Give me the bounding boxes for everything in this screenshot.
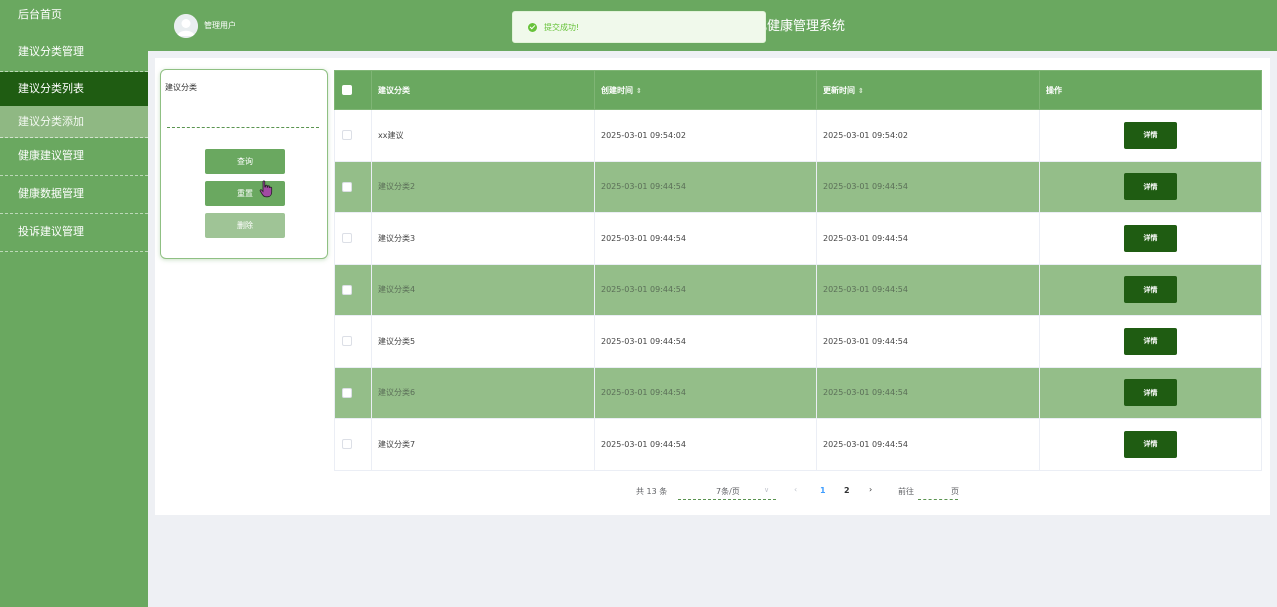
select-all-checkbox[interactable]: [342, 85, 352, 95]
goto-label: 前往: [898, 487, 914, 496]
page-size-value: 7条/页: [716, 487, 740, 496]
user-avatar-icon: [174, 14, 198, 38]
sidebar-item-complaints[interactable]: 投诉建议管理: [0, 214, 148, 252]
hand-pointer-icon: [259, 180, 273, 198]
detail-button[interactable]: 详情: [1124, 430, 1177, 458]
category-search-input[interactable]: [167, 110, 319, 128]
cell-updated: 2025-03-01 09:44:54: [816, 315, 1040, 368]
category-table: 建议分类 创建时间 ⇕ 更新时间 ⇕ 操作 xx建议 2025-03-01 09:5…: [334, 70, 1262, 471]
detail-button[interactable]: 详情: [1124, 173, 1177, 201]
table-row: 建议分类4 2025-03-01 09:44:54 2025-03-01 09:…: [334, 263, 1262, 316]
table-header-row: 建议分类 创建时间 ⇕ 更新时间 ⇕ 操作: [334, 70, 1262, 110]
cell-category: 建议分类6: [371, 366, 595, 419]
row-checkbox[interactable]: [342, 284, 352, 295]
pagination: 共 13 条 7条/页 ∨ ‹ 1 2 › 前往 页: [0, 484, 1277, 500]
table-row: 建议分类3 2025-03-01 09:44:54 2025-03-01 09:…: [334, 212, 1262, 265]
system-title: 化健康管理系统: [754, 19, 846, 34]
sidebar-item-health-advice[interactable]: 健康建议管理: [0, 138, 148, 176]
cell-category: 建议分类2: [371, 160, 595, 213]
table-row: xx建议 2025-03-01 09:54:02 2025-03-01 09:5…: [334, 109, 1262, 162]
sidebar: 后台首页 建议分类管理 建议分类列表 建议分类添加 健康建议管理 健康数据管理 …: [0, 0, 148, 607]
page-size-select[interactable]: 7条/页 ∨: [678, 484, 776, 500]
sort-icon[interactable]: ⇕: [858, 87, 864, 95]
check-circle-icon: [528, 23, 537, 32]
table-row: 建议分类7 2025-03-01 09:44:54 2025-03-01 09:…: [334, 418, 1262, 471]
sidebar-item-category-management[interactable]: 建议分类管理: [0, 34, 148, 72]
cell-created: 2025-03-01 09:44:54: [594, 418, 817, 471]
reset-button[interactable]: 重置: [205, 181, 285, 206]
search-label: 建议分类: [165, 83, 197, 92]
query-button[interactable]: 查询: [205, 149, 285, 174]
cell-category: 建议分类5: [371, 315, 595, 368]
next-page-icon[interactable]: ›: [869, 485, 872, 494]
detail-button[interactable]: 详情: [1124, 379, 1177, 407]
delete-button[interactable]: 删除: [205, 213, 285, 238]
row-checkbox[interactable]: [342, 336, 352, 347]
sidebar-item-home[interactable]: 后台首页: [0, 0, 148, 34]
cell-category: xx建议: [371, 109, 595, 162]
header-action: 操作: [1039, 70, 1262, 110]
prev-page-icon[interactable]: ‹: [794, 485, 797, 494]
success-toast: 提交成功!: [512, 11, 766, 43]
cell-updated: 2025-03-01 09:44:54: [816, 212, 1040, 265]
header-updated[interactable]: 更新时间 ⇕: [816, 70, 1040, 110]
cell-category: 建议分类7: [371, 418, 595, 471]
search-card: 建议分类 查询 重置 删除: [160, 69, 328, 259]
detail-button[interactable]: 详情: [1124, 276, 1177, 304]
cell-created: 2025-03-01 09:44:54: [594, 212, 817, 265]
header-created[interactable]: 创建时间 ⇕: [594, 70, 817, 110]
avatar[interactable]: [174, 14, 198, 38]
page-label: 页: [951, 487, 959, 496]
detail-button[interactable]: 详情: [1124, 224, 1177, 252]
chevron-down-icon: ∨: [764, 486, 770, 494]
cell-updated: 2025-03-01 09:54:02: [816, 109, 1040, 162]
row-checkbox[interactable]: [342, 233, 352, 244]
cell-created: 2025-03-01 09:44:54: [594, 160, 817, 213]
page-number-1[interactable]: 1: [820, 486, 826, 495]
cell-updated: 2025-03-01 09:44:54: [816, 418, 1040, 471]
page-number-2[interactable]: 2: [844, 486, 850, 495]
pagination-total: 共 13 条: [636, 487, 668, 496]
sidebar-item-health-data[interactable]: 健康数据管理: [0, 176, 148, 214]
detail-button[interactable]: 详情: [1124, 327, 1177, 355]
cell-created: 2025-03-01 09:44:54: [594, 263, 817, 316]
username[interactable]: 管理用户: [204, 20, 236, 31]
toast-message: 提交成功!: [544, 23, 580, 32]
cell-created: 2025-03-01 09:44:54: [594, 366, 817, 419]
header-category: 建议分类: [371, 70, 595, 110]
row-checkbox[interactable]: [342, 387, 352, 398]
cell-category: 建议分类3: [371, 212, 595, 265]
table-row: 建议分类5 2025-03-01 09:44:54 2025-03-01 09:…: [334, 315, 1262, 368]
row-checkbox[interactable]: [342, 439, 352, 450]
cell-updated: 2025-03-01 09:44:54: [816, 160, 1040, 213]
row-checkbox[interactable]: [342, 130, 352, 141]
sidebar-item-category-add[interactable]: 建议分类添加: [0, 106, 148, 138]
detail-button[interactable]: 详情: [1124, 121, 1177, 149]
cell-updated: 2025-03-01 09:44:54: [816, 263, 1040, 316]
cell-created: 2025-03-01 09:54:02: [594, 109, 817, 162]
cell-created: 2025-03-01 09:44:54: [594, 315, 817, 368]
table-row: 建议分类6 2025-03-01 09:44:54 2025-03-01 09:…: [334, 366, 1262, 419]
row-checkbox[interactable]: [342, 181, 352, 192]
table-row: 建议分类2 2025-03-01 09:44:54 2025-03-01 09:…: [334, 160, 1262, 213]
cell-updated: 2025-03-01 09:44:54: [816, 366, 1040, 419]
sidebar-item-category-list[interactable]: 建议分类列表: [0, 72, 148, 106]
cell-category: 建议分类4: [371, 263, 595, 316]
sort-icon[interactable]: ⇕: [636, 87, 642, 95]
